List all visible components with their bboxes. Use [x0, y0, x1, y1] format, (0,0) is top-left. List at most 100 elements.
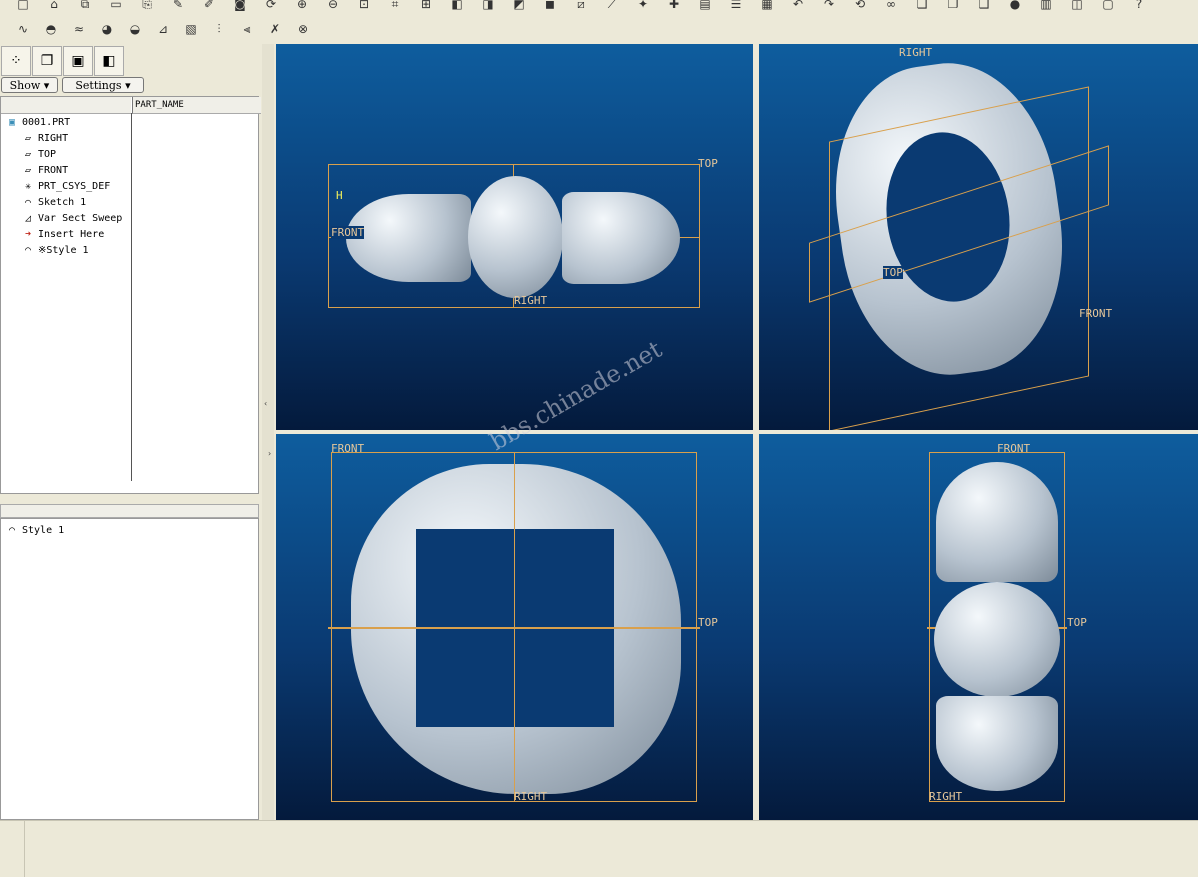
- style-icon: ◠: [24, 245, 32, 256]
- status-divider: [24, 821, 25, 877]
- datum-icon[interactable]: ⊞: [417, 0, 435, 12]
- folder-browser-tab[interactable]: ❐: [32, 46, 62, 76]
- top-datum-label: TOP: [883, 266, 903, 279]
- grid-icon[interactable]: ▥: [1037, 0, 1055, 12]
- zoom-in-icon[interactable]: ⊕: [293, 0, 311, 12]
- layers-icon[interactable]: ☰: [727, 0, 745, 12]
- expand-right-icon[interactable]: ›: [268, 449, 271, 458]
- right-datum-label: RIGHT: [929, 790, 963, 803]
- delete-porcupine-icon[interactable]: ⫷: [238, 21, 256, 37]
- view-top-icon[interactable]: ◩: [510, 0, 528, 12]
- tree-item[interactable]: ◠ ※Style 1: [21, 243, 89, 259]
- right-datum-label: RIGHT: [514, 294, 548, 307]
- regenerate-icon[interactable]: ⟲: [851, 0, 869, 12]
- surface-style-icon[interactable]: ◓: [42, 21, 60, 37]
- analysis-map-icon[interactable]: ▧: [182, 21, 200, 37]
- viewport-right[interactable]: FRONT TOP RIGHT: [759, 434, 1198, 820]
- tree-item[interactable]: ▣ 0001.PRT: [5, 115, 70, 131]
- copy-icon[interactable]: ❏: [913, 0, 931, 12]
- viewport-top[interactable]: FRONT TOP RIGHT: [276, 434, 753, 820]
- datum-plane-icon: ▱: [24, 165, 32, 176]
- model-tree-tab[interactable]: ⁘: [1, 46, 31, 76]
- part-name-column-header[interactable]: PART_NAME: [132, 97, 261, 114]
- tree-item-label: Var Sect Sweep: [38, 213, 123, 224]
- status-bar: [0, 820, 1198, 877]
- tree-item[interactable]: ▱ RIGHT: [21, 131, 68, 147]
- right-datum-label: RIGHT: [899, 46, 933, 59]
- wave-icon[interactable]: ≈: [70, 21, 88, 37]
- new-icon[interactable]: □: [14, 0, 32, 12]
- undo-icon[interactable]: ↶: [789, 0, 807, 12]
- axis-label: H: [336, 189, 343, 202]
- save-icon[interactable]: ▭: [107, 0, 125, 12]
- open-icon[interactable]: ⌂: [45, 0, 63, 12]
- redo-icon[interactable]: ↷: [820, 0, 838, 12]
- axis-display-icon[interactable]: ⟋: [603, 0, 621, 12]
- collapse-left-icon[interactable]: ‹: [264, 399, 267, 408]
- tree-item-label: 0001.PRT: [22, 117, 71, 128]
- help-icon[interactable]: ?: [1130, 0, 1148, 12]
- panel-divider[interactable]: [0, 504, 259, 518]
- view-front-icon[interactable]: ◧: [448, 0, 466, 12]
- front-datum-label: FRONT: [331, 226, 365, 239]
- redraw-icon[interactable]: ⟳: [262, 0, 280, 12]
- refit-icon[interactable]: ⊡: [355, 0, 373, 12]
- column-divider: [131, 113, 132, 481]
- viewport-isometric[interactable]: RIGHT TOP FRONT: [759, 44, 1198, 430]
- camera-icon[interactable]: ◙: [231, 0, 249, 12]
- panel-sash[interactable]: ‹ ›: [262, 44, 274, 820]
- top-datum-label: TOP: [1067, 616, 1087, 629]
- tree-item-label: Sketch 1: [38, 197, 87, 208]
- var-sect-sweep-icon: ◿: [24, 213, 32, 224]
- point-display-icon[interactable]: ✦: [634, 0, 652, 12]
- show-button[interactable]: Show ▾: [1, 77, 58, 93]
- tree-item-label: TOP: [38, 149, 57, 160]
- right-datum-label: RIGHT: [514, 790, 548, 803]
- window-icon[interactable]: ◫: [1068, 0, 1086, 12]
- edit-icon[interactable]: ✎: [169, 0, 187, 12]
- curve-style-icon[interactable]: ∿: [14, 21, 32, 37]
- tree-item[interactable]: ◿ Var Sect Sweep: [21, 211, 122, 227]
- paste-icon[interactable]: ❐: [944, 0, 962, 12]
- tree-item[interactable]: ✳ PRT_CSYS_DEF: [21, 179, 110, 195]
- tree-item[interactable]: ▱ TOP: [21, 147, 56, 163]
- csys-display-icon[interactable]: ✚: [665, 0, 683, 12]
- view-shaded-icon[interactable]: ◼: [541, 0, 559, 12]
- part-center-bulb: [468, 176, 563, 298]
- front-datum-label: FRONT: [331, 442, 365, 455]
- color-wheel-icon[interactable]: ◕: [98, 21, 116, 37]
- sketch-icon: ⌒: [24, 197, 32, 208]
- style-tree-item[interactable]: ◠ Style 1: [5, 523, 64, 539]
- tree-item[interactable]: ▱ FRONT: [21, 163, 68, 179]
- status-icon[interactable]: ●: [1006, 0, 1024, 12]
- delete-surface-icon[interactable]: ⊗: [294, 21, 312, 37]
- tree-item[interactable]: ➜ Insert Here: [21, 227, 104, 243]
- porcupine-icon[interactable]: ⫶: [210, 21, 228, 37]
- favorites-tab[interactable]: ▣: [63, 46, 93, 76]
- top-datum-label: TOP: [698, 616, 718, 629]
- single-view-icon[interactable]: ▢: [1099, 0, 1117, 12]
- csys-icon: ✳: [24, 181, 32, 192]
- sketch-icon[interactable]: ⌗: [386, 0, 404, 12]
- part-icon: ▣: [8, 117, 16, 128]
- draft-icon[interactable]: ⊿: [154, 21, 172, 37]
- open-recent-icon[interactable]: ⧉: [76, 0, 94, 12]
- part-top-arrow: [936, 462, 1058, 582]
- paste-special-icon[interactable]: ❑: [975, 0, 993, 12]
- layers-tab[interactable]: ◧: [94, 46, 124, 76]
- color-icon[interactable]: ▦: [758, 0, 776, 12]
- save-copy-icon[interactable]: ⎘: [138, 0, 156, 12]
- zoom-out-icon[interactable]: ⊖: [324, 0, 342, 12]
- link-icon[interactable]: ∞: [882, 0, 900, 12]
- settings-button[interactable]: Settings ▾: [62, 77, 144, 93]
- view-side-icon[interactable]: ◨: [479, 0, 497, 12]
- plane-display-icon[interactable]: ⧄: [572, 0, 590, 12]
- viewport-front[interactable]: TOP FRONT RIGHT H: [276, 44, 753, 430]
- tree-item[interactable]: ⌒ Sketch 1: [21, 195, 86, 211]
- navigator-panel: ⁘ ❐ ▣ ◧ Show ▾ Settings ▾ PART_NAME ▣ 000…: [0, 44, 262, 820]
- style-toolbar: ∿ ◓ ≈ ◕ ◒ ⊿ ▧ ⫶ ⫷ ✗ ⊗: [0, 16, 330, 42]
- analysis-icon[interactable]: ▤: [696, 0, 714, 12]
- pencil-icon[interactable]: ✐: [200, 0, 218, 12]
- delete-curve-icon[interactable]: ✗: [266, 21, 284, 37]
- reflection-icon[interactable]: ◒: [126, 21, 144, 37]
